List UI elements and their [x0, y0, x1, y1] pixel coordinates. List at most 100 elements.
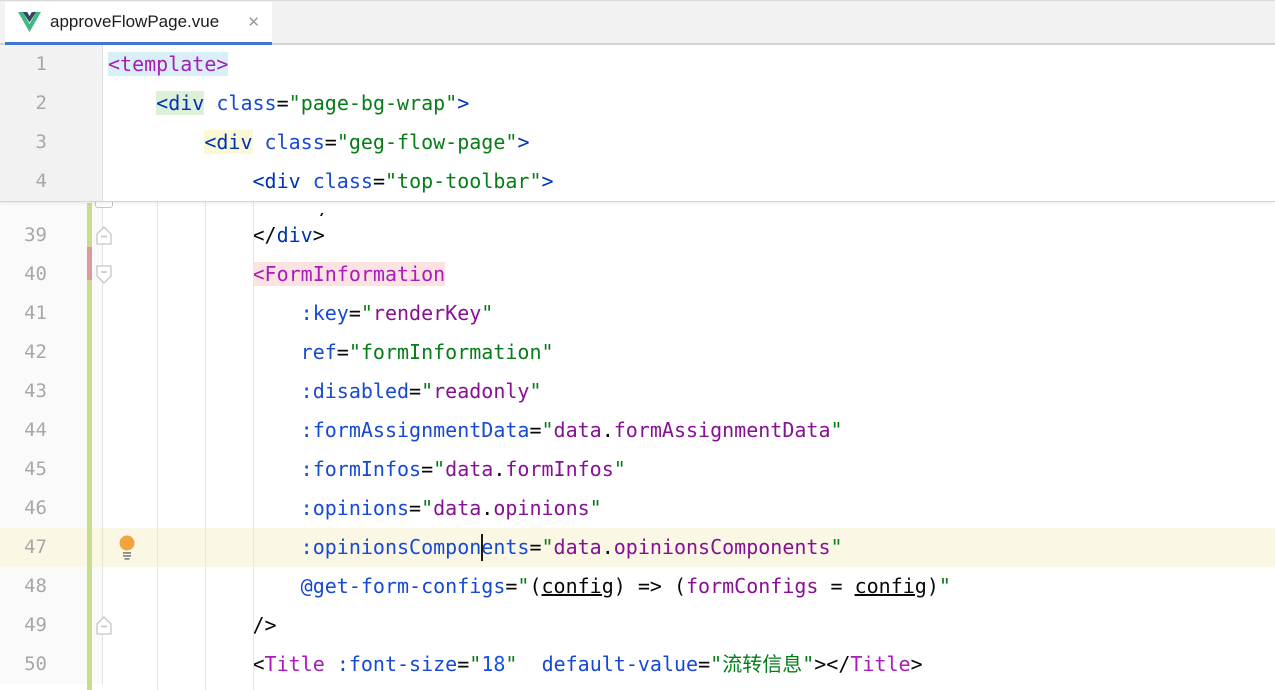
- token: class: [265, 130, 325, 154]
- token: formAssignmentData: [614, 418, 831, 442]
- sticky-line-3[interactable]: 3 <div class="geg-flow-page">: [0, 123, 1275, 162]
- code-line-48[interactable]: 48 @get-form-configs="(config) => (formC…: [0, 567, 1275, 606]
- token: >: [517, 130, 529, 154]
- code-line-39[interactable]: 39 </div>: [0, 216, 1275, 255]
- code-text[interactable]: <div class="top-toolbar">: [103, 162, 1275, 201]
- token: </: [826, 652, 850, 676]
- code-line-46[interactable]: 46 :opinions="data.opinions": [0, 489, 1275, 528]
- code-line-45[interactable]: 45 :formInfos="data.formInfos": [0, 450, 1275, 489]
- token: [301, 169, 313, 193]
- line-number: 50: [0, 645, 47, 684]
- token: ": [517, 574, 529, 598]
- code-line-43[interactable]: 43 :disabled="readonly": [0, 372, 1275, 411]
- line-number: 2: [0, 84, 47, 123]
- code-line-38[interactable]: </a-space>: [0, 202, 1275, 216]
- token: ": [433, 457, 445, 481]
- lightbulb-icon[interactable]: [118, 535, 136, 574]
- code-text[interactable]: <div class="page-bg-wrap">: [103, 84, 1275, 123]
- close-icon[interactable]: ✕: [247, 15, 260, 30]
- code-text[interactable]: :opinions="data.opinions": [103, 489, 1275, 528]
- code-text[interactable]: />: [103, 606, 1275, 645]
- token: ": [421, 379, 433, 403]
- token: ": [831, 535, 843, 559]
- token: <div: [253, 169, 301, 193]
- code-editor[interactable]: </a-space>39 </div>40 <FormInformation41…: [0, 45, 1275, 690]
- token: opinions: [493, 496, 589, 520]
- code-line-42[interactable]: 42 ref="formInformation": [0, 333, 1275, 372]
- code-text[interactable]: </a-space>: [103, 202, 1275, 216]
- token: >: [542, 169, 554, 193]
- code-text[interactable]: :formAssignmentData="data.formAssignment…: [103, 411, 1275, 450]
- code-line-49[interactable]: 49 />: [0, 606, 1275, 645]
- line-number: 3: [0, 123, 47, 162]
- fold-marker-clipped-icon[interactable]: [95, 202, 113, 208]
- code-text[interactable]: <div class="geg-flow-page">: [103, 123, 1275, 162]
- editor-tab-bar: approveFlowPage.vue ✕: [0, 0, 1275, 45]
- gutter[interactable]: 3: [0, 123, 103, 162]
- code-line-41[interactable]: 41 :key="renderKey": [0, 294, 1275, 333]
- code-text[interactable]: <template>: [103, 45, 1275, 84]
- code-text[interactable]: </div>: [103, 216, 1275, 255]
- code-text[interactable]: <Title :font-size="18" default-value="流转…: [103, 645, 1275, 684]
- line-number: 44: [0, 411, 47, 450]
- fold-end-icon[interactable]: [95, 225, 113, 251]
- sticky-line-2[interactable]: 2 <div class="page-bg-wrap">: [0, 84, 1275, 123]
- code-text[interactable]: :formInfos="data.formInfos": [103, 450, 1275, 489]
- token: formConfigs: [686, 574, 818, 598]
- token: @get-form-configs: [301, 574, 506, 598]
- gutter[interactable]: 1: [0, 45, 103, 84]
- token: >: [409, 209, 421, 216]
- line-number: 42: [0, 333, 47, 372]
- code-line-44[interactable]: 44 :formAssignmentData="data.formAssignm…: [0, 411, 1275, 450]
- token: 18: [481, 652, 505, 676]
- token: default-value: [542, 652, 699, 676]
- code-text[interactable]: :key="renderKey": [103, 294, 1275, 333]
- tab-approveflowpage[interactable]: approveFlowPage.vue ✕: [5, 2, 272, 46]
- code-text[interactable]: @get-form-configs="(config) => (formConf…: [103, 567, 1275, 606]
- sticky-line-1[interactable]: 1<template>: [0, 45, 1275, 84]
- code-text[interactable]: :disabled="readonly": [103, 372, 1275, 411]
- token: =: [505, 574, 517, 598]
- line-number: 45: [0, 450, 47, 489]
- token: <template>: [108, 52, 228, 76]
- line-number: 4: [0, 162, 47, 201]
- code-line-40[interactable]: 40 <FormInformation: [0, 255, 1275, 294]
- token: ref: [301, 340, 337, 364]
- token: .: [602, 535, 614, 559]
- code-text[interactable]: :opinionsComponents="data.opinionsCompon…: [103, 528, 1275, 567]
- line-number: 43: [0, 372, 47, 411]
- line-number: 39: [0, 216, 47, 255]
- token: =: [421, 457, 433, 481]
- code-text[interactable]: ref="formInformation": [103, 333, 1275, 372]
- token: readonly: [433, 379, 529, 403]
- token: <FormInformation: [253, 262, 446, 286]
- fold-start-icon[interactable]: [95, 264, 113, 290]
- code-line-47[interactable]: 47 :opinionsComponents="data.opinionsCom…: [0, 528, 1275, 567]
- gutter[interactable]: 4: [0, 162, 103, 201]
- token: </: [253, 223, 277, 247]
- code-line-50[interactable]: 50 <Title :font-size="18" default-value=…: [0, 645, 1275, 684]
- token: ": [505, 652, 517, 676]
- token: class: [216, 91, 276, 115]
- token: />: [253, 613, 277, 637]
- token: config: [542, 574, 614, 598]
- token: .: [602, 418, 614, 442]
- code-text[interactable]: <FormInformation: [103, 255, 1275, 294]
- tab-title: approveFlowPage.vue: [50, 12, 238, 32]
- token: =: [529, 535, 541, 559]
- gutter[interactable]: 2: [0, 84, 103, 123]
- token: :opinions: [301, 496, 409, 520]
- token: div: [277, 223, 313, 247]
- fold-end-icon[interactable]: [95, 615, 113, 641]
- token: data: [554, 418, 602, 442]
- sticky-line-4[interactable]: 4 <div class="top-toolbar">: [0, 162, 1275, 201]
- token: ": [361, 301, 373, 325]
- token: renderKey: [373, 301, 481, 325]
- token: data: [445, 457, 493, 481]
- indent-guide: [253, 202, 254, 690]
- token: >: [814, 652, 826, 676]
- token: Title: [265, 652, 325, 676]
- vcs-deleted-stripe: [87, 247, 92, 280]
- token: =: [337, 340, 349, 364]
- token: "top-toolbar": [385, 169, 542, 193]
